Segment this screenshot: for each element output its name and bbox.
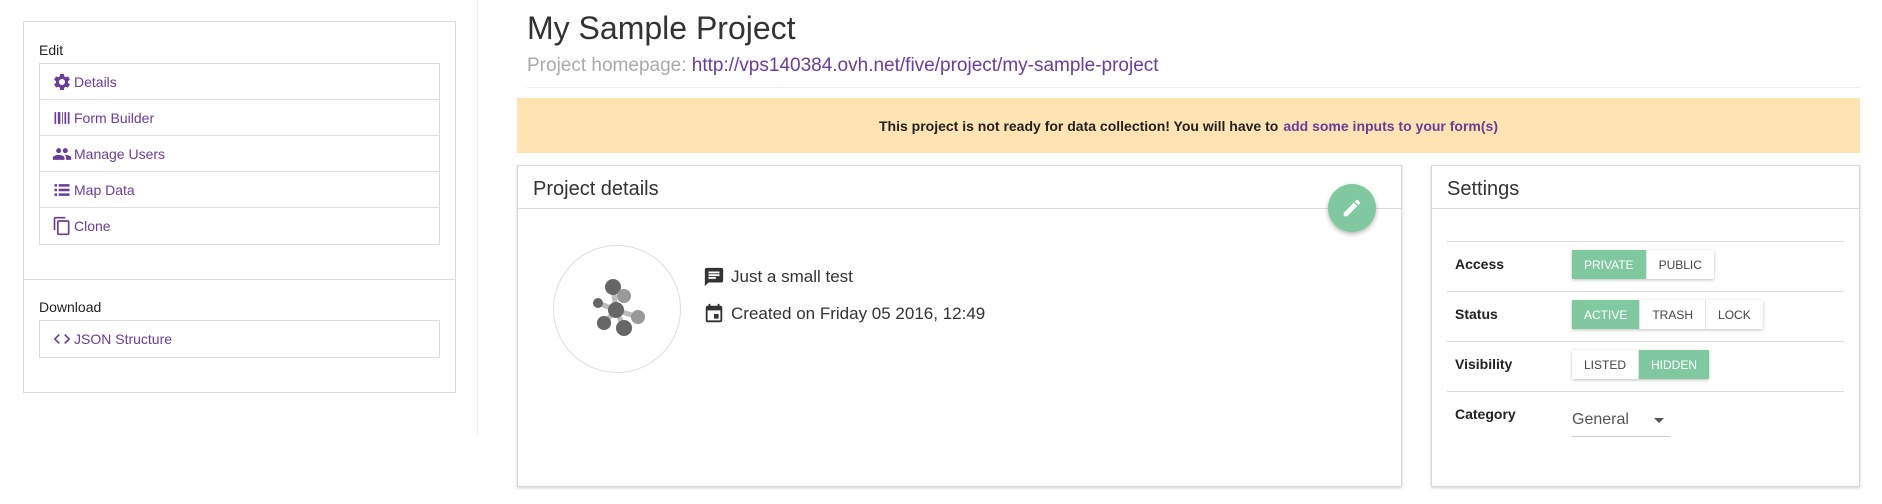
pencil-icon <box>1343 199 1361 217</box>
calendar-icon <box>705 303 723 323</box>
settings-card: Settings Access PRIVATE PUBLIC Status AC… <box>1431 165 1860 487</box>
status-active-button[interactable]: ACTIVE <box>1572 300 1641 329</box>
sidebar-item-details[interactable]: Details <box>40 64 439 100</box>
warning-banner: This project is not ready for data colle… <box>517 98 1860 153</box>
download-menu: JSON Structure <box>39 320 440 358</box>
description-text: Just a small test <box>731 267 853 286</box>
category-label: Category <box>1455 406 1516 422</box>
add-inputs-link[interactable]: add some inputs to your form(s) <box>1283 118 1498 134</box>
sidebar-item-label: Map Data <box>74 181 135 198</box>
sidebar-item-manage-users[interactable]: Manage Users <box>40 136 439 172</box>
edit-menu: Details Form Builder Manage Users Map Da… <box>39 63 440 245</box>
sidebar-item-json-structure[interactable]: JSON Structure <box>40 321 439 357</box>
edit-project-button[interactable] <box>1328 184 1376 232</box>
users-icon <box>52 147 72 160</box>
visibility-label: Visibility <box>1455 356 1513 372</box>
header-divider <box>527 87 1860 88</box>
comment-icon <box>704 267 724 287</box>
list-icon <box>54 183 70 196</box>
created-text: Created on Friday 05 2016, 12:49 <box>731 304 986 323</box>
access-private-button[interactable]: PRIVATE <box>1572 250 1647 279</box>
category-row: Category General <box>1447 391 1844 461</box>
sidebar-item-map-data[interactable]: Map Data <box>40 172 439 208</box>
molecule-icon <box>593 279 645 336</box>
project-created: Created on Friday 05 2016, 12:49 <box>703 303 985 325</box>
project-avatar <box>553 245 681 373</box>
status-label: Status <box>1455 306 1498 322</box>
homepage-label: Project homepage: <box>527 55 687 76</box>
sidebar-item-clone[interactable]: Clone <box>40 208 439 244</box>
card-header-divider <box>518 208 1401 209</box>
access-row: Access PRIVATE PUBLIC <box>1447 241 1844 291</box>
gear-icon <box>54 73 70 90</box>
visibility-listed-button[interactable]: LISTED <box>1572 350 1640 379</box>
sidebar-item-label: JSON Structure <box>74 331 173 347</box>
code-icon <box>53 334 71 344</box>
category-value: General <box>1572 411 1629 428</box>
visibility-hidden-button[interactable]: HIDDEN <box>1639 350 1710 379</box>
caret-down-icon <box>1654 418 1664 423</box>
page-title: My Sample Project <box>527 10 796 46</box>
project-details-title: Project details <box>533 178 659 200</box>
sidebar-divider <box>24 279 455 280</box>
status-row: Status ACTIVE TRASH LOCK <box>1447 291 1844 341</box>
visibility-toggle: LISTED HIDDEN <box>1572 350 1710 379</box>
access-label: Access <box>1455 256 1505 272</box>
status-lock-button[interactable]: LOCK <box>1706 300 1763 329</box>
sidebar-item-label: Manage Users <box>74 145 166 162</box>
sidebar-item-form-builder[interactable]: Form Builder <box>40 100 439 136</box>
edit-section-label: Edit <box>39 42 64 58</box>
project-description: Just a small test <box>703 266 853 288</box>
sidebar: Edit Details Form Builder Manage Users M… <box>23 21 456 393</box>
sidebar-item-label: Clone <box>74 218 111 234</box>
homepage-link[interactable]: http://vps140384.ovh.net/five/project/my… <box>692 55 1159 76</box>
sidebar-item-label: Details <box>74 73 117 90</box>
layout-divider <box>477 0 478 434</box>
card-header-divider <box>1432 208 1859 209</box>
status-toggle: ACTIVE TRASH LOCK <box>1572 300 1763 329</box>
sidebar-item-label: Form Builder <box>74 109 155 126</box>
project-homepage: Project homepage: http://vps140384.ovh.n… <box>527 55 1159 77</box>
copy-icon <box>53 216 70 236</box>
download-section-label: Download <box>39 299 102 315</box>
project-details-card: Project details Just a small test Create… <box>517 165 1402 487</box>
settings-title: Settings <box>1447 178 1520 200</box>
warning-text: This project is not ready for data colle… <box>878 117 1279 134</box>
visibility-row: Visibility LISTED HIDDEN <box>1447 341 1844 391</box>
form-builder-icon <box>54 111 70 124</box>
status-trash-button[interactable]: TRASH <box>1640 300 1707 329</box>
category-select[interactable]: General <box>1572 409 1670 437</box>
access-toggle: PRIVATE PUBLIC <box>1572 250 1714 279</box>
access-public-button[interactable]: PUBLIC <box>1646 250 1714 279</box>
